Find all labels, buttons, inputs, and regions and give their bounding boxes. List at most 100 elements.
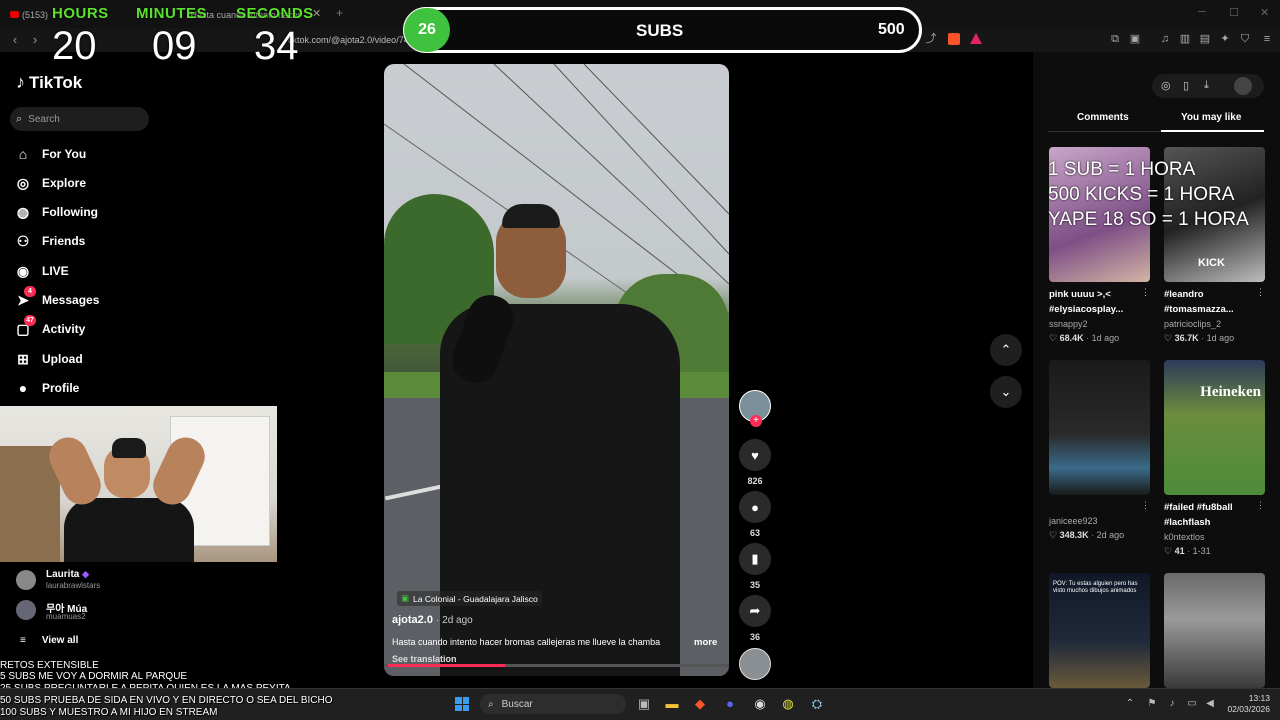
- leo-icon[interactable]: ✦: [1218, 32, 1232, 46]
- video-username[interactable]: ssnappy2: [1049, 317, 1088, 331]
- comment-button[interactable]: ●: [739, 491, 771, 523]
- brave-shield-icon[interactable]: [948, 33, 960, 45]
- new-tab-icon[interactable]: +: [336, 6, 343, 20]
- caption-more-button[interactable]: more: [694, 637, 717, 648]
- video-player[interactable]: [384, 64, 729, 676]
- chevron-up-icon[interactable]: ⌃: [1120, 694, 1140, 714]
- screenshot-icon[interactable]: ▣: [1128, 32, 1142, 46]
- like-button[interactable]: ♥: [739, 439, 771, 471]
- video-title[interactable]: #elysiacosplay...: [1049, 302, 1147, 317]
- see-translation-button[interactable]: See translation: [392, 654, 457, 664]
- wallet-icon[interactable]: ▤: [1198, 32, 1212, 46]
- share-button[interactable]: ➦: [739, 595, 771, 627]
- app-icon[interactable]: ◍: [778, 694, 798, 714]
- previous-video-button[interactable]: ⌃: [990, 334, 1022, 366]
- video-stats: ♡ 41 · 1-31: [1164, 544, 1211, 558]
- avatar[interactable]: [1234, 77, 1252, 95]
- sidebar-item-label: Upload: [42, 352, 83, 366]
- sidebar-item-friends[interactable]: ⚇ Friends: [14, 230, 86, 252]
- sidebar-item-messages[interactable]: ➤ 4 Messages: [14, 286, 99, 311]
- clock-date: 02/03/2026: [1227, 704, 1270, 714]
- location-tag[interactable]: ▣ La Colonial - Guadalajara Jalisco: [397, 591, 542, 606]
- tab-comments[interactable]: Comments: [1077, 112, 1129, 123]
- task-view-icon[interactable]: ▣: [634, 694, 654, 714]
- heart-icon: ♡: [1164, 333, 1175, 343]
- video-thumbnail[interactable]: POV: Tu estas alguien pero has visto muc…: [1049, 573, 1150, 688]
- brave-icon[interactable]: ◆: [690, 694, 710, 714]
- menu-icon[interactable]: ≡: [1260, 32, 1274, 46]
- microphone-icon[interactable]: ♪: [1162, 694, 1182, 714]
- tiktok-logo[interactable]: ♪ TikTok: [16, 72, 82, 93]
- more-options-icon[interactable]: ⋮: [1141, 287, 1150, 298]
- search-input[interactable]: ⌕ Search: [10, 107, 149, 131]
- more-options-icon[interactable]: ⋮: [1256, 287, 1265, 298]
- minimize-icon[interactable]: ─: [1198, 6, 1206, 18]
- media-icon[interactable]: ♫: [1158, 32, 1172, 46]
- video-username[interactable]: k0ntextlos: [1164, 530, 1205, 544]
- like-count: 826: [747, 476, 763, 486]
- sidebar-item-live[interactable]: ◉ LIVE: [14, 260, 69, 282]
- monitor-icon[interactable]: ▭: [1182, 694, 1202, 714]
- more-options-icon[interactable]: ⋮: [1141, 500, 1150, 511]
- video-thumbnail[interactable]: [1164, 573, 1265, 688]
- close-window-icon[interactable]: ✕: [1260, 6, 1269, 19]
- sidebar-item-activity[interactable]: ▢ 47 Activity: [14, 315, 85, 340]
- tab-you-may-like[interactable]: You may like: [1181, 112, 1241, 123]
- vpn-icon[interactable]: ⛉: [1238, 32, 1252, 46]
- obs-icon[interactable]: ◉: [750, 694, 770, 714]
- home-icon: ⌂: [18, 146, 28, 162]
- following-name[interactable]: Laurita ◆: [46, 569, 89, 580]
- speaker-icon[interactable]: ◀: [1200, 694, 1220, 714]
- video-thumbnail[interactable]: [1049, 360, 1150, 495]
- video-caption: Hasta cuando intento hacer bromas callej…: [392, 637, 661, 647]
- overlay-line: YAPE 18 SO = 1 HORA: [1048, 209, 1249, 230]
- sidebar-item-profile[interactable]: ● Profile: [14, 377, 80, 399]
- brave-rewards-icon[interactable]: [970, 33, 982, 44]
- live-icon: ◉: [16, 262, 30, 279]
- save-button[interactable]: ▮: [739, 543, 771, 575]
- music-disc[interactable]: [739, 648, 771, 680]
- video-title[interactable]: pink uuuu >,<: [1049, 287, 1147, 302]
- video-thumbnail[interactable]: Heineken: [1164, 360, 1265, 495]
- reto-line: 100 SUBS Y MUESTRO A MI HIJO EN STREAM: [0, 707, 218, 718]
- video-title[interactable]: #tomasmazza...: [1164, 302, 1262, 317]
- next-video-button[interactable]: ⌄: [990, 376, 1022, 408]
- steam-icon[interactable]: ⛭: [807, 694, 827, 714]
- discord-icon[interactable]: ●: [720, 694, 740, 714]
- view-all-link[interactable]: ≡ View all: [20, 635, 78, 646]
- avatar[interactable]: [16, 600, 36, 620]
- video-title[interactable]: #lachflash: [1164, 515, 1262, 530]
- more-options-icon[interactable]: ⋮: [1256, 500, 1265, 511]
- heart-icon: ♥: [751, 447, 759, 463]
- maximize-icon[interactable]: ☐: [1229, 6, 1239, 19]
- share-icon[interactable]: ⤴: [924, 32, 938, 46]
- sidebar-item-explore[interactable]: ◎ Explore: [14, 172, 86, 194]
- share-arrow-icon: ➦: [749, 603, 761, 618]
- phone-icon[interactable]: ▯: [1183, 79, 1189, 92]
- video-title[interactable]: #failed #fu8ball: [1164, 500, 1262, 515]
- sidebar-item-following[interactable]: ◍ Following: [14, 201, 98, 223]
- youtube-icon: [10, 11, 19, 18]
- forward-icon[interactable]: ›: [26, 31, 44, 49]
- back-icon[interactable]: ‹: [6, 31, 24, 49]
- taskbar-search[interactable]: ⌕ Buscar: [480, 694, 626, 714]
- video-age: 1d ago: [1206, 333, 1235, 343]
- notification-icon[interactable]: ⚑: [1142, 694, 1162, 714]
- video-title[interactable]: #leandro: [1164, 287, 1262, 302]
- follow-plus-icon[interactable]: +: [750, 415, 762, 427]
- compass-icon[interactable]: ◎: [1161, 79, 1171, 92]
- sidebar-item-upload[interactable]: ⊞ Upload: [14, 348, 83, 370]
- sidebar-item-for-you[interactable]: ⌂ For You: [14, 143, 86, 165]
- video-author[interactable]: ajota2.0 · 2d ago: [392, 614, 473, 626]
- file-explorer-icon[interactable]: ▬: [662, 694, 682, 714]
- windows-start-icon[interactable]: [455, 697, 469, 711]
- avatar[interactable]: [16, 570, 36, 590]
- separator: ·: [1198, 333, 1207, 343]
- sidebar-icon[interactable]: ▥: [1178, 32, 1192, 46]
- video-username[interactable]: patricioclips_2: [1164, 317, 1221, 331]
- extensions-icon[interactable]: ⧉: [1108, 32, 1122, 46]
- download-icon[interactable]: ⤓: [1204, 79, 1209, 92]
- send-icon: ➤ 4: [14, 286, 36, 309]
- video-username[interactable]: janiceee923: [1049, 514, 1098, 528]
- taskbar-clock[interactable]: 13:13 02/03/2026: [1226, 693, 1270, 715]
